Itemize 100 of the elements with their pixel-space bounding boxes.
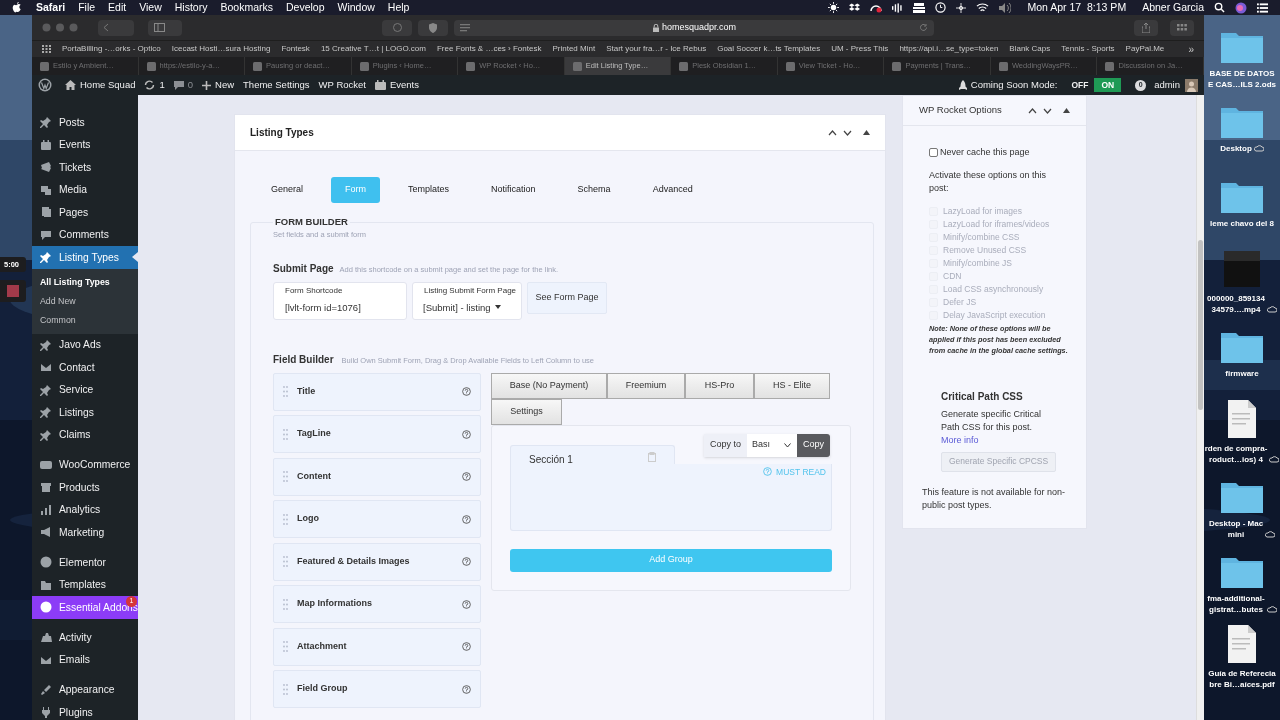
- help-icon[interactable]: [462, 514, 471, 524]
- drag-handle-icon[interactable]: [283, 556, 288, 567]
- menu-item[interactable]: Develop: [285, 0, 325, 16]
- sidebar-item[interactable]: Claims: [32, 423, 138, 446]
- dropbox-icon[interactable]: [849, 2, 861, 13]
- sidebar-item[interactable]: WooCommerce: [32, 453, 138, 476]
- drag-handle-icon[interactable]: [283, 428, 288, 440]
- tab[interactable]: Advanced: [638, 177, 707, 203]
- sidebar-item[interactable]: Posts: [32, 111, 138, 134]
- bookmark-link[interactable]: Fontesk: [281, 43, 310, 55]
- account-link[interactable]: admin: [1154, 77, 1198, 93]
- sidebar-item[interactable]: Emails: [32, 648, 138, 671]
- field-item[interactable]: Attachment: [273, 627, 481, 666]
- plan-tab[interactable]: HS - Elite: [754, 372, 830, 399]
- document-icon[interactable]: [1227, 624, 1257, 664]
- sidebar-item[interactable]: Events: [32, 133, 138, 156]
- drag-handle-icon[interactable]: [283, 598, 288, 610]
- field-item[interactable]: Field Group: [273, 670, 481, 708]
- address-field[interactable]: homesquadpr.com: [454, 19, 934, 36]
- folder-icon[interactable]: [1220, 555, 1264, 589]
- move-down-icon[interactable]: [1043, 107, 1052, 114]
- sidebar-item[interactable]: Contact: [32, 356, 138, 379]
- privacy-button[interactable]: [418, 19, 448, 36]
- menu-item[interactable]: View: [139, 0, 162, 16]
- sidebar-item[interactable]: Analytics: [32, 498, 138, 521]
- sidebar-item[interactable]: Elementor: [32, 551, 138, 574]
- field-item[interactable]: Logo: [273, 500, 481, 538]
- reload-icon[interactable]: [919, 23, 928, 32]
- submenu-item[interactable]: Add New: [32, 292, 138, 312]
- bookmark-link[interactable]: Blank Caps: [1009, 43, 1051, 55]
- menu-item[interactable]: Edit: [108, 0, 127, 16]
- wifi-icon[interactable]: [976, 2, 990, 13]
- section-tab[interactable]: Sección 1: [510, 444, 675, 465]
- help-icon[interactable]: [462, 557, 471, 566]
- search-icon[interactable]: [1214, 2, 1225, 13]
- sidebar-item[interactable]: Tickets: [32, 156, 138, 179]
- sidebar-item[interactable]: Templates: [32, 573, 138, 596]
- tab[interactable]: General: [257, 177, 318, 203]
- comments-link[interactable]: 0: [173, 77, 194, 93]
- submenu-item[interactable]: Common: [32, 311, 138, 331]
- sidebar-item[interactable]: Marketing: [32, 521, 138, 544]
- plan-tab[interactable]: Base (No Payment): [491, 372, 607, 399]
- menu-item[interactable]: Bookmarks: [220, 0, 273, 16]
- menu-item[interactable]: File: [78, 0, 96, 16]
- field-item[interactable]: Featured & Details Images: [273, 542, 481, 581]
- waveform-icon[interactable]: [892, 2, 904, 13]
- sidebar-item[interactable]: Listing Types: [32, 246, 138, 269]
- menu-item[interactable]: Window: [337, 0, 375, 16]
- sidebar-item[interactable]: Media: [32, 178, 138, 201]
- orb-icon[interactable]: [1235, 1, 1247, 14]
- field-item[interactable]: Title: [273, 372, 481, 411]
- help-icon[interactable]: [462, 684, 471, 694]
- folder-icon[interactable]: [1220, 480, 1264, 514]
- sun-icon[interactable]: [828, 2, 840, 13]
- bookmark-link[interactable]: 15 Creative T…t | LOGO.com: [320, 43, 426, 55]
- toolbar-link[interactable]: Events: [374, 77, 419, 93]
- sidebar-item[interactable]: Service: [32, 378, 138, 401]
- submenu-item[interactable]: All Listing Types: [32, 273, 138, 293]
- tabs-overview-button[interactable]: [1170, 19, 1194, 36]
- bookmark-link[interactable]: Icecast Hosti…sura Hosting: [171, 43, 271, 55]
- bookmark-link[interactable]: Start your fra…r - Ice Rebus: [606, 43, 707, 55]
- shortcode-field[interactable]: Form Shortcode [lvlt-form id=1076]: [273, 281, 407, 320]
- copy-button[interactable]: Copy: [797, 433, 830, 457]
- help-icon[interactable]: [462, 387, 471, 396]
- help-icon[interactable]: [462, 429, 471, 439]
- sidebar-item[interactable]: Pages: [32, 201, 138, 224]
- folder-icon[interactable]: [1220, 330, 1264, 364]
- folder-icon[interactable]: [1220, 180, 1264, 214]
- drag-handle-icon[interactable]: [283, 386, 288, 397]
- move-up-icon[interactable]: [828, 129, 837, 136]
- menu-item[interactable]: History: [174, 0, 208, 16]
- share-button[interactable]: [1134, 19, 1158, 36]
- tab[interactable]: Schema: [563, 177, 625, 203]
- plan-tab[interactable]: Settings: [491, 398, 562, 425]
- sidebar-item[interactable]: Appearance: [32, 678, 138, 701]
- app-menu[interactable]: Safari: [36, 0, 66, 16]
- toolbar-link[interactable]: Theme Settings: [243, 77, 310, 93]
- checkbox[interactable]: [929, 148, 938, 158]
- sidebar-item[interactable]: Listings: [32, 401, 138, 424]
- sidebar-item[interactable]: Plugins: [32, 701, 138, 720]
- move-up-icon[interactable]: [1028, 107, 1037, 114]
- plan-tab[interactable]: Freemium: [607, 372, 685, 399]
- bookmark-link[interactable]: Free Fonts & …ces › Fontesk: [436, 43, 542, 55]
- mode-toggle[interactable]: OFF ON: [1065, 77, 1122, 93]
- reader-button[interactable]: [382, 19, 412, 36]
- sidebar-button[interactable]: [148, 19, 182, 36]
- stop-button[interactable]: [0, 280, 26, 303]
- gauge-icon[interactable]: [870, 2, 883, 13]
- copy-target-select[interactable]: Bası: [746, 433, 797, 457]
- drag-handle-icon[interactable]: [283, 683, 288, 695]
- document-icon[interactable]: [1227, 399, 1257, 439]
- drag-handle-icon[interactable]: [283, 641, 288, 652]
- scrollbar[interactable]: [1196, 95, 1204, 720]
- move-down-icon[interactable]: [843, 129, 852, 136]
- grid-icon[interactable]: [42, 45, 51, 53]
- plan-tab[interactable]: HS-Pro: [685, 372, 754, 399]
- sidebar-item[interactable]: Comments: [32, 223, 138, 246]
- sidebar-item[interactable]: Javo Ads: [32, 333, 138, 356]
- user-menu[interactable]: Abner Garcia: [1142, 0, 1204, 16]
- bookmark-link[interactable]: Printed Mint: [552, 43, 596, 55]
